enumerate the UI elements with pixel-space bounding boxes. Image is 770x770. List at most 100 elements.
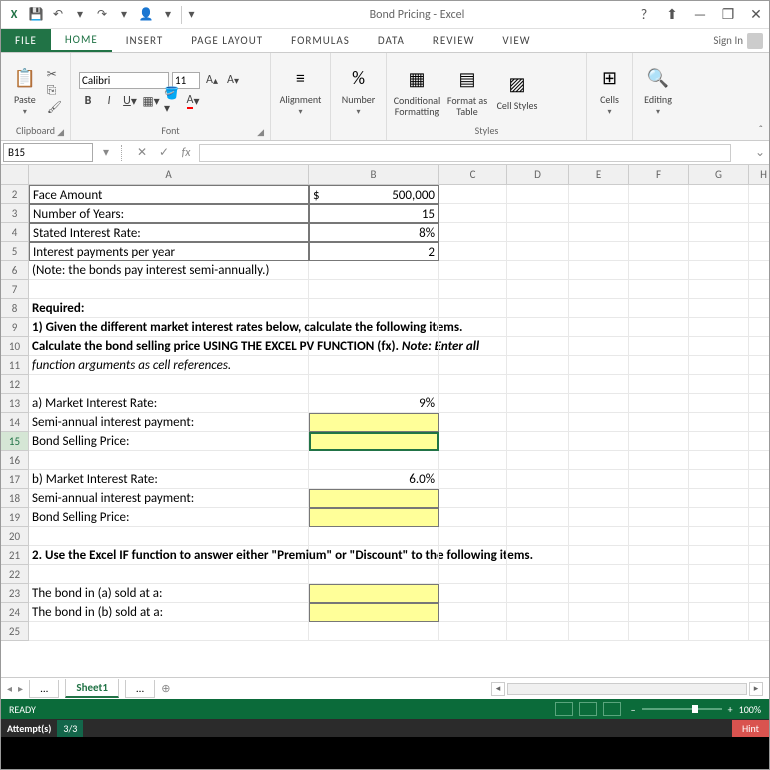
- cell-B9[interactable]: [309, 318, 439, 337]
- cell-F16[interactable]: [629, 451, 689, 470]
- cell-D3[interactable]: [507, 204, 569, 223]
- cell-B7[interactable]: [309, 280, 439, 299]
- cell-C8[interactable]: [439, 299, 507, 318]
- cell-D24[interactable]: [507, 603, 569, 622]
- cell-D11[interactable]: [507, 356, 569, 375]
- cell-G25[interactable]: [689, 622, 749, 641]
- cell-F12[interactable]: [629, 375, 689, 394]
- cell-D15[interactable]: [507, 432, 569, 451]
- conditional-formatting-button[interactable]: ▦Conditional Formatting: [395, 65, 439, 117]
- cell-F21[interactable]: [629, 546, 689, 565]
- cell-B21[interactable]: [309, 546, 439, 565]
- cancel-formula-icon[interactable]: ✕: [131, 145, 153, 160]
- cell-G18[interactable]: [689, 489, 749, 508]
- scrollbar-track[interactable]: [507, 683, 747, 695]
- cell-F24[interactable]: [629, 603, 689, 622]
- sign-in[interactable]: Sign In: [713, 29, 769, 52]
- cell-D2[interactable]: [507, 185, 569, 204]
- enter-formula-icon[interactable]: ✓: [153, 145, 175, 160]
- row-header-5[interactable]: 5: [1, 242, 29, 261]
- cell-D20[interactable]: [507, 527, 569, 546]
- minimize-icon[interactable]: —: [691, 6, 709, 23]
- cell-C23[interactable]: [439, 584, 507, 603]
- qat-dropdown-icon[interactable]: ▾: [181, 6, 199, 24]
- row-header-12[interactable]: 12: [1, 375, 29, 394]
- cell-F18[interactable]: [629, 489, 689, 508]
- cell-G24[interactable]: [689, 603, 749, 622]
- new-sheet-icon[interactable]: ⊕: [161, 682, 170, 695]
- cell-F23[interactable]: [629, 584, 689, 603]
- editing-button[interactable]: 🔍Editing▾: [641, 64, 675, 117]
- col-header-E[interactable]: E: [569, 165, 629, 185]
- tab-pagelayout[interactable]: PAGE LAYOUT: [177, 29, 277, 52]
- cell-C11[interactable]: [439, 356, 507, 375]
- cell-A6[interactable]: (Note: the bonds pay interest semi-annua…: [29, 261, 309, 280]
- cell-D22[interactable]: [507, 565, 569, 584]
- cell-E21[interactable]: [569, 546, 629, 565]
- cell-E3[interactable]: [569, 204, 629, 223]
- cell-F14[interactable]: [629, 413, 689, 432]
- cell-C25[interactable]: [439, 622, 507, 641]
- page-layout-view-icon[interactable]: [579, 702, 597, 716]
- cell-B13[interactable]: 9%: [309, 394, 439, 413]
- cell-G9[interactable]: [689, 318, 749, 337]
- format-painter-icon[interactable]: 🖌: [47, 100, 62, 115]
- shrink-font-icon[interactable]: A▾: [224, 71, 242, 89]
- maximize-icon[interactable]: ❐: [719, 6, 737, 23]
- row-header-18[interactable]: 18: [1, 489, 29, 508]
- page-break-view-icon[interactable]: [603, 702, 621, 716]
- row-header-4[interactable]: 4: [1, 223, 29, 242]
- cell-B25[interactable]: [309, 622, 439, 641]
- cell-E7[interactable]: [569, 280, 629, 299]
- sheet-tab-dots[interactable]: ...: [29, 680, 59, 698]
- cell-C21[interactable]: [439, 546, 507, 565]
- cell-B19[interactable]: [309, 508, 439, 527]
- cell-E6[interactable]: [569, 261, 629, 280]
- cell-H23[interactable]: [749, 584, 769, 603]
- sheet-nav-next-icon[interactable]: ▸: [18, 682, 23, 695]
- grid[interactable]: ABCDEFGH▴▾2Face Amount$500,0003Number of…: [1, 165, 769, 641]
- select-all-corner[interactable]: [1, 165, 29, 185]
- cell-E4[interactable]: [569, 223, 629, 242]
- horizontal-scrollbar[interactable]: ◂ ▸: [176, 682, 763, 696]
- row-header-11[interactable]: 11: [1, 356, 29, 375]
- cell-A8[interactable]: Required:: [29, 299, 309, 318]
- namebox-dropdown-icon[interactable]: ▾: [95, 145, 117, 160]
- cell-E18[interactable]: [569, 489, 629, 508]
- cell-H3[interactable]: [749, 204, 769, 223]
- row-header-10[interactable]: 10: [1, 337, 29, 356]
- cell-G20[interactable]: [689, 527, 749, 546]
- chevron-down-icon[interactable]: ▾: [71, 6, 89, 24]
- cell-E16[interactable]: [569, 451, 629, 470]
- cell-C2[interactable]: [439, 185, 507, 204]
- scroll-right-icon[interactable]: ▸: [749, 682, 763, 696]
- cell-D8[interactable]: [507, 299, 569, 318]
- col-header-C[interactable]: C: [439, 165, 507, 185]
- cell-F9[interactable]: [629, 318, 689, 337]
- cell-A11[interactable]: function arguments as cell references.: [29, 356, 309, 375]
- cell-B6[interactable]: [309, 261, 439, 280]
- row-header-7[interactable]: 7: [1, 280, 29, 299]
- cell-A22[interactable]: [29, 565, 309, 584]
- cell-H14[interactable]: [749, 413, 769, 432]
- cell-C3[interactable]: [439, 204, 507, 223]
- bold-button[interactable]: B: [79, 92, 97, 110]
- cell-A23[interactable]: The bond in (a) sold at a:: [29, 584, 309, 603]
- cell-E13[interactable]: [569, 394, 629, 413]
- cell-E10[interactable]: [569, 337, 629, 356]
- cell-D12[interactable]: [507, 375, 569, 394]
- cell-E19[interactable]: [569, 508, 629, 527]
- close-icon[interactable]: ✕: [747, 6, 765, 23]
- row-header-14[interactable]: 14: [1, 413, 29, 432]
- tab-review[interactable]: REVIEW: [419, 29, 489, 52]
- col-header-A[interactable]: A: [29, 165, 309, 185]
- cell-F22[interactable]: [629, 565, 689, 584]
- cell-B15[interactable]: [309, 432, 439, 451]
- cell-D13[interactable]: [507, 394, 569, 413]
- cell-E8[interactable]: [569, 299, 629, 318]
- zoom-in-icon[interactable]: +: [728, 703, 733, 716]
- paste-button[interactable]: 📋 Paste ▾: [9, 64, 41, 117]
- cell-H4[interactable]: [749, 223, 769, 242]
- collapse-ribbon-icon[interactable]: ˆ: [759, 123, 763, 136]
- cell-A5[interactable]: Interest payments per year: [29, 242, 309, 261]
